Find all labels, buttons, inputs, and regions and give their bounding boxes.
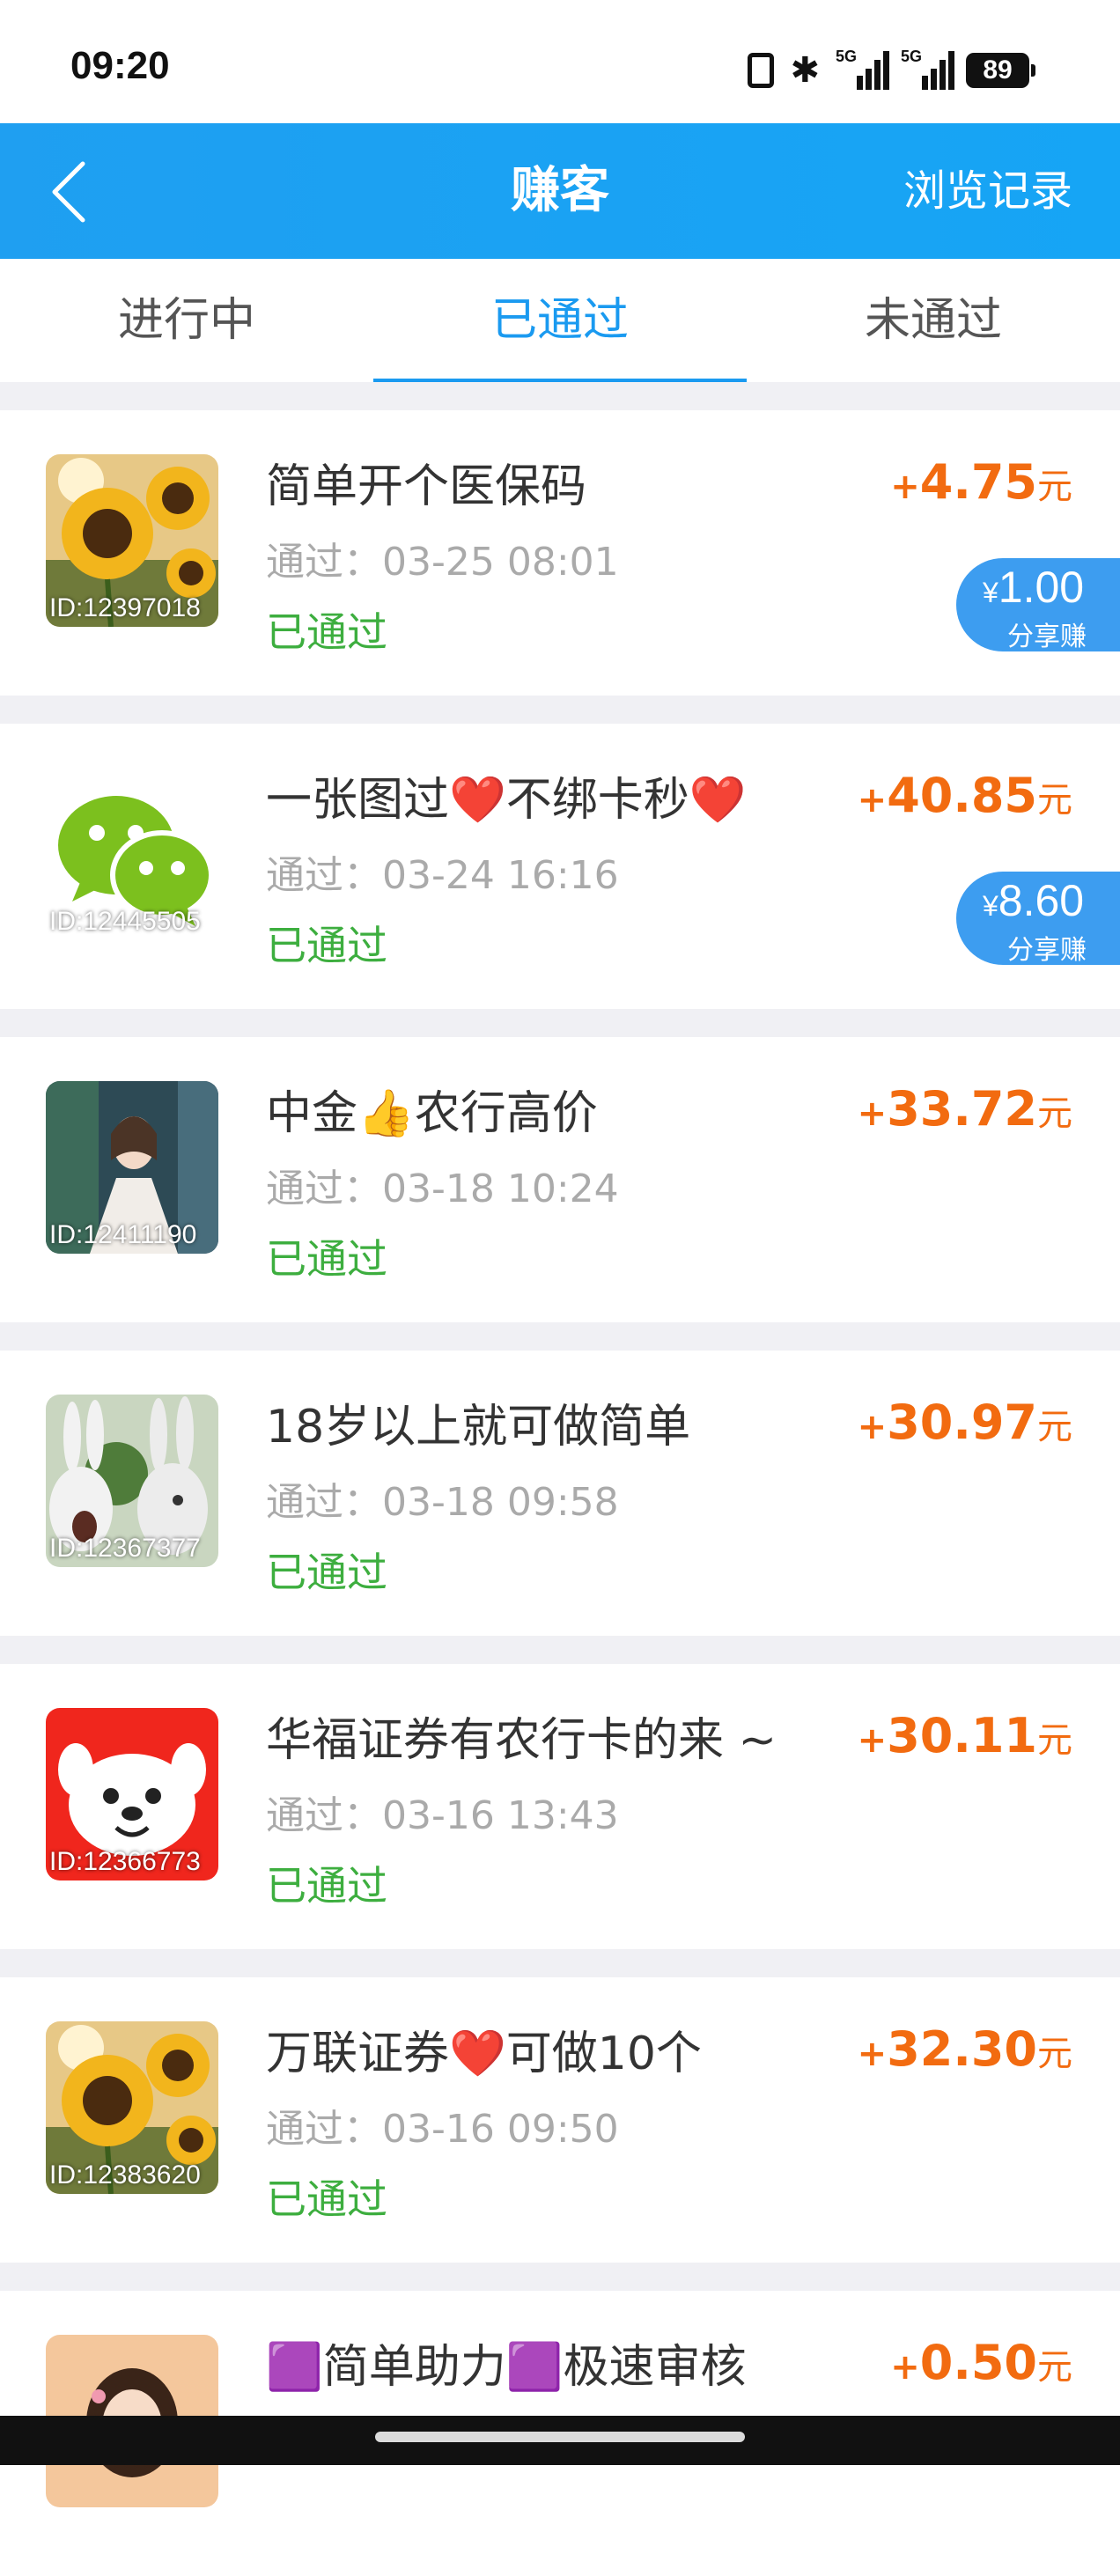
status-tabs: 进行中 已通过 未通过 (0, 259, 1120, 382)
reward-amount: +33.72元 (858, 1081, 1072, 1137)
reward-amount: +40.85元 (858, 768, 1072, 823)
task-title: 🟪简单助力🟪极速审核 (266, 2341, 747, 2394)
reward-amount: +4.75元 (890, 454, 1072, 510)
reward-value: 4.75 (919, 454, 1037, 510)
reward-sign: + (857, 780, 888, 821)
status-label: 已通过 (266, 1549, 387, 1596)
reward-amount: +30.97元 (858, 1395, 1072, 1450)
task-id: ID:12366773 (49, 1847, 201, 1876)
reward-unit: 元 (1037, 2347, 1072, 2388)
battery-icon: 89 (966, 53, 1029, 88)
task-title: 简单开个医保码 (266, 460, 587, 513)
reward-unit: 元 (1037, 2034, 1072, 2074)
share-label: 分享赚 (1007, 935, 1087, 966)
reward-value: 0.50 (919, 2335, 1037, 2390)
reward-value: 40.85 (887, 768, 1037, 823)
status-label: 已通过 (266, 1862, 387, 1910)
signal-icon-2: 5G (901, 48, 954, 90)
task-id: ID:12367377 (49, 1534, 201, 1563)
status-label: 已通过 (266, 922, 387, 969)
status-label: 已通过 (266, 2175, 387, 2223)
reward-unit: 元 (1037, 1720, 1072, 1761)
share-earn-button[interactable]: ¥1.00 分享赚 (956, 558, 1120, 652)
reward-amount: +32.30元 (858, 2021, 1072, 2077)
reward-amount: +30.11元 (858, 1708, 1072, 1763)
list-item[interactable]: ID:12383620 万联证券❤️可做10个 通过：03-16 09:50 已… (0, 1977, 1120, 2263)
reward-value: 30.97 (887, 1395, 1037, 1450)
status-bar: 09:20 ✱ 5G 5G 89 (0, 0, 1120, 123)
task-thumbnail: ID:12367377 (46, 1395, 218, 1567)
list-item[interactable]: ID:12367377 18岁以上就可做简单 通过：03-18 09:58 已通… (0, 1351, 1120, 1636)
reward-sign: + (857, 2034, 888, 2074)
share-earn-button[interactable]: ¥8.60 分享赚 (956, 872, 1120, 966)
task-thumbnail: ID:12383620 (46, 2021, 218, 2194)
reward-sign: + (890, 2347, 920, 2388)
reward-unit: 元 (1037, 467, 1072, 507)
status-label: 已通过 (266, 1235, 387, 1283)
battery-tip (1031, 64, 1035, 77)
reward-value: 30.11 (887, 1708, 1037, 1763)
reward-unit: 元 (1037, 780, 1072, 821)
list-item[interactable]: ID:12397018 简单开个医保码 通过：03-25 08:01 已通过 +… (0, 410, 1120, 696)
system-nav-bar (0, 2416, 1120, 2465)
task-title: 万联证券❤️可做10个 (266, 2028, 702, 2080)
list-item[interactable]: ID:12445505 一张图过❤️不绑卡秒❤️ 通过：03-24 16:16 … (0, 724, 1120, 1009)
reward-unit: 元 (1037, 1093, 1072, 1134)
share-value: 1.00 (998, 563, 1085, 612)
signal-icon-1: 5G (836, 48, 889, 90)
task-thumbnail: ID:12397018 (46, 454, 218, 627)
pass-time: 通过：03-18 09:58 (266, 1480, 619, 1525)
reward-unit: 元 (1037, 1407, 1072, 1447)
share-amount: ¥8.60 (983, 875, 1084, 926)
task-title: 中金👍农行高价 (266, 1087, 598, 1140)
list-item[interactable]: ID:12366773 华福证券有农行卡的来 ~ 通过：03-16 13:43 … (0, 1664, 1120, 1949)
currency-symbol: ¥ (983, 577, 998, 608)
task-thumbnail: ID:12445505 (46, 768, 218, 940)
pass-time: 通过：03-16 09:50 (266, 2107, 619, 2152)
reward-value: 33.72 (887, 1081, 1037, 1137)
task-id: ID:12445505 (49, 907, 201, 936)
tab-in-progress[interactable]: 进行中 (0, 259, 373, 382)
browse-history-link[interactable]: 浏览记录 (903, 123, 1072, 259)
task-title: 华福证券有农行卡的来 ~ (266, 1714, 777, 1767)
reward-amount: +0.50元 (890, 2335, 1072, 2390)
task-thumbnail: ID:12411190 (46, 1081, 218, 1254)
reward-sign: + (857, 1093, 888, 1134)
reward-sign: + (890, 467, 920, 507)
currency-symbol: ¥ (983, 890, 998, 922)
tab-rejected[interactable]: 未通过 (747, 259, 1120, 382)
task-id: ID:12383620 (49, 2160, 201, 2190)
task-id: ID:12411190 (49, 1220, 197, 1249)
home-gesture-handle[interactable] (375, 2432, 745, 2442)
status-time: 09:20 (70, 44, 170, 87)
network-type-2: 5G (901, 48, 923, 65)
reward-sign: + (857, 1720, 888, 1761)
network-type-1: 5G (836, 48, 858, 65)
task-id: ID:12397018 (49, 593, 201, 622)
task-title: 一张图过❤️不绑卡秒❤️ (266, 774, 747, 827)
status-icons: ✱ 5G 5G 89 (748, 48, 1035, 92)
list-item[interactable]: ID:12411190 中金👍农行高价 通过：03-18 10:24 已通过 +… (0, 1037, 1120, 1322)
pass-time: 通过：03-24 16:16 (266, 853, 619, 898)
pass-time: 通过：03-25 08:01 (266, 540, 619, 585)
reward-value: 32.30 (887, 2021, 1037, 2077)
app-header: 赚客 浏览记录 (0, 123, 1120, 259)
task-thumbnail: ID:12366773 (46, 1708, 218, 1880)
pass-time: 通过：03-18 10:24 (266, 1167, 619, 1211)
vibrate-icon (748, 53, 775, 88)
task-title: 18岁以上就可做简单 (266, 1401, 691, 1454)
bluetooth-icon: ✱ (790, 50, 820, 91)
share-label: 分享赚 (1007, 622, 1087, 652)
share-amount: ¥1.00 (983, 562, 1084, 613)
reward-sign: + (857, 1407, 888, 1447)
share-value: 8.60 (998, 876, 1085, 925)
status-label: 已通过 (266, 608, 387, 656)
tab-passed[interactable]: 已通过 (373, 259, 747, 382)
pass-time: 通过：03-16 13:43 (266, 1793, 619, 1838)
